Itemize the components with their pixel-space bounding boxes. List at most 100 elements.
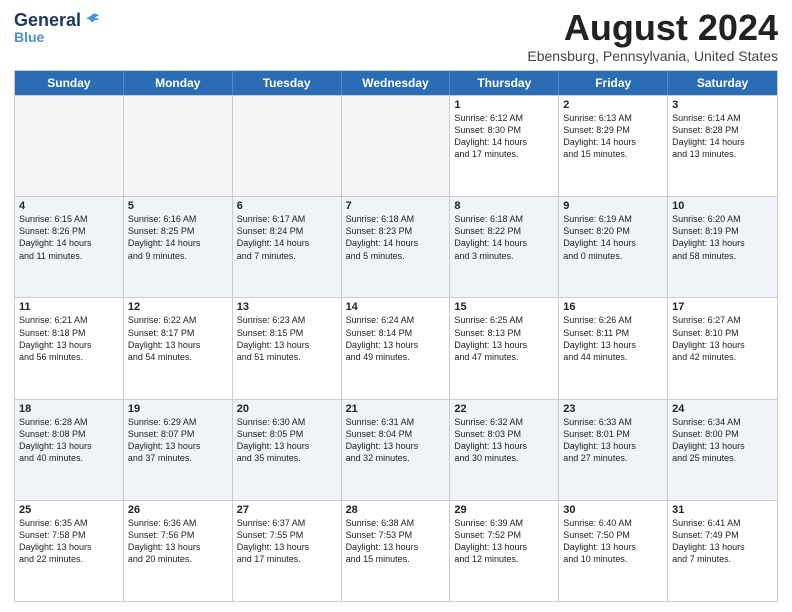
day-number: 19 <box>128 403 228 415</box>
day-number: 31 <box>672 504 773 516</box>
cell-info: Sunrise: 6:35 AM Sunset: 7:58 PM Dayligh… <box>19 517 119 566</box>
day-number: 4 <box>19 200 119 212</box>
location: Ebensburg, Pennsylvania, United States <box>527 48 778 64</box>
calendar-cell <box>15 96 124 196</box>
calendar-cell: 9Sunrise: 6:19 AM Sunset: 8:20 PM Daylig… <box>559 197 668 297</box>
day-number: 17 <box>672 301 773 313</box>
calendar-header: SundayMondayTuesdayWednesdayThursdayFrid… <box>15 71 777 95</box>
calendar-week-5: 25Sunrise: 6:35 AM Sunset: 7:58 PM Dayli… <box>15 500 777 601</box>
day-number: 27 <box>237 504 337 516</box>
calendar-cell: 23Sunrise: 6:33 AM Sunset: 8:01 PM Dayli… <box>559 400 668 500</box>
day-number: 28 <box>346 504 446 516</box>
cell-info: Sunrise: 6:21 AM Sunset: 8:18 PM Dayligh… <box>19 314 119 363</box>
cell-info: Sunrise: 6:20 AM Sunset: 8:19 PM Dayligh… <box>672 213 773 262</box>
calendar-cell: 20Sunrise: 6:30 AM Sunset: 8:05 PM Dayli… <box>233 400 342 500</box>
calendar-cell: 27Sunrise: 6:37 AM Sunset: 7:55 PM Dayli… <box>233 501 342 601</box>
calendar-cell: 30Sunrise: 6:40 AM Sunset: 7:50 PM Dayli… <box>559 501 668 601</box>
cell-info: Sunrise: 6:18 AM Sunset: 8:23 PM Dayligh… <box>346 213 446 262</box>
cell-info: Sunrise: 6:40 AM Sunset: 7:50 PM Dayligh… <box>563 517 663 566</box>
page: General Blue August 2024 Ebensburg, Penn… <box>0 0 792 612</box>
header-day-monday: Monday <box>124 71 233 95</box>
day-number: 2 <box>563 99 663 111</box>
cell-info: Sunrise: 6:17 AM Sunset: 8:24 PM Dayligh… <box>237 213 337 262</box>
day-number: 15 <box>454 301 554 313</box>
day-number: 1 <box>454 99 554 111</box>
calendar-cell: 21Sunrise: 6:31 AM Sunset: 8:04 PM Dayli… <box>342 400 451 500</box>
calendar-cell: 3Sunrise: 6:14 AM Sunset: 8:28 PM Daylig… <box>668 96 777 196</box>
calendar-cell: 17Sunrise: 6:27 AM Sunset: 8:10 PM Dayli… <box>668 298 777 398</box>
calendar-cell: 18Sunrise: 6:28 AM Sunset: 8:08 PM Dayli… <box>15 400 124 500</box>
cell-info: Sunrise: 6:33 AM Sunset: 8:01 PM Dayligh… <box>563 416 663 465</box>
cell-info: Sunrise: 6:34 AM Sunset: 8:00 PM Dayligh… <box>672 416 773 465</box>
cell-info: Sunrise: 6:38 AM Sunset: 7:53 PM Dayligh… <box>346 517 446 566</box>
calendar-week-1: 1Sunrise: 6:12 AM Sunset: 8:30 PM Daylig… <box>15 95 777 196</box>
day-number: 14 <box>346 301 446 313</box>
cell-info: Sunrise: 6:18 AM Sunset: 8:22 PM Dayligh… <box>454 213 554 262</box>
cell-info: Sunrise: 6:39 AM Sunset: 7:52 PM Dayligh… <box>454 517 554 566</box>
day-number: 18 <box>19 403 119 415</box>
calendar-week-3: 11Sunrise: 6:21 AM Sunset: 8:18 PM Dayli… <box>15 297 777 398</box>
calendar-cell: 6Sunrise: 6:17 AM Sunset: 8:24 PM Daylig… <box>233 197 342 297</box>
day-number: 30 <box>563 504 663 516</box>
cell-info: Sunrise: 6:12 AM Sunset: 8:30 PM Dayligh… <box>454 112 554 161</box>
cell-info: Sunrise: 6:32 AM Sunset: 8:03 PM Dayligh… <box>454 416 554 465</box>
day-number: 23 <box>563 403 663 415</box>
cell-info: Sunrise: 6:31 AM Sunset: 8:04 PM Dayligh… <box>346 416 446 465</box>
cell-info: Sunrise: 6:28 AM Sunset: 8:08 PM Dayligh… <box>19 416 119 465</box>
day-number: 13 <box>237 301 337 313</box>
day-number: 26 <box>128 504 228 516</box>
cell-info: Sunrise: 6:27 AM Sunset: 8:10 PM Dayligh… <box>672 314 773 363</box>
logo-general: General <box>14 10 81 31</box>
calendar: SundayMondayTuesdayWednesdayThursdayFrid… <box>14 70 778 602</box>
header-day-wednesday: Wednesday <box>342 71 451 95</box>
calendar-cell <box>124 96 233 196</box>
day-number: 24 <box>672 403 773 415</box>
calendar-cell: 11Sunrise: 6:21 AM Sunset: 8:18 PM Dayli… <box>15 298 124 398</box>
cell-info: Sunrise: 6:13 AM Sunset: 8:29 PM Dayligh… <box>563 112 663 161</box>
calendar-cell: 15Sunrise: 6:25 AM Sunset: 8:13 PM Dayli… <box>450 298 559 398</box>
logo-bird-icon <box>83 12 101 30</box>
calendar-cell: 16Sunrise: 6:26 AM Sunset: 8:11 PM Dayli… <box>559 298 668 398</box>
cell-info: Sunrise: 6:37 AM Sunset: 7:55 PM Dayligh… <box>237 517 337 566</box>
header-day-friday: Friday <box>559 71 668 95</box>
calendar-cell: 14Sunrise: 6:24 AM Sunset: 8:14 PM Dayli… <box>342 298 451 398</box>
calendar-cell: 1Sunrise: 6:12 AM Sunset: 8:30 PM Daylig… <box>450 96 559 196</box>
calendar-cell: 29Sunrise: 6:39 AM Sunset: 7:52 PM Dayli… <box>450 501 559 601</box>
header-day-saturday: Saturday <box>668 71 777 95</box>
day-number: 29 <box>454 504 554 516</box>
cell-info: Sunrise: 6:36 AM Sunset: 7:56 PM Dayligh… <box>128 517 228 566</box>
cell-info: Sunrise: 6:14 AM Sunset: 8:28 PM Dayligh… <box>672 112 773 161</box>
cell-info: Sunrise: 6:23 AM Sunset: 8:15 PM Dayligh… <box>237 314 337 363</box>
day-number: 6 <box>237 200 337 212</box>
cell-info: Sunrise: 6:29 AM Sunset: 8:07 PM Dayligh… <box>128 416 228 465</box>
logo-text: General <box>14 10 101 31</box>
day-number: 8 <box>454 200 554 212</box>
cell-info: Sunrise: 6:15 AM Sunset: 8:26 PM Dayligh… <box>19 213 119 262</box>
day-number: 20 <box>237 403 337 415</box>
day-number: 22 <box>454 403 554 415</box>
day-number: 5 <box>128 200 228 212</box>
day-number: 10 <box>672 200 773 212</box>
calendar-cell: 7Sunrise: 6:18 AM Sunset: 8:23 PM Daylig… <box>342 197 451 297</box>
cell-info: Sunrise: 6:22 AM Sunset: 8:17 PM Dayligh… <box>128 314 228 363</box>
title-block: August 2024 Ebensburg, Pennsylvania, Uni… <box>527 10 778 64</box>
calendar-week-4: 18Sunrise: 6:28 AM Sunset: 8:08 PM Dayli… <box>15 399 777 500</box>
calendar-cell: 25Sunrise: 6:35 AM Sunset: 7:58 PM Dayli… <box>15 501 124 601</box>
calendar-body: 1Sunrise: 6:12 AM Sunset: 8:30 PM Daylig… <box>15 95 777 601</box>
day-number: 11 <box>19 301 119 313</box>
calendar-cell: 4Sunrise: 6:15 AM Sunset: 8:26 PM Daylig… <box>15 197 124 297</box>
calendar-cell: 22Sunrise: 6:32 AM Sunset: 8:03 PM Dayli… <box>450 400 559 500</box>
day-number: 9 <box>563 200 663 212</box>
calendar-cell: 10Sunrise: 6:20 AM Sunset: 8:19 PM Dayli… <box>668 197 777 297</box>
cell-info: Sunrise: 6:25 AM Sunset: 8:13 PM Dayligh… <box>454 314 554 363</box>
cell-info: Sunrise: 6:16 AM Sunset: 8:25 PM Dayligh… <box>128 213 228 262</box>
day-number: 3 <box>672 99 773 111</box>
header-day-sunday: Sunday <box>15 71 124 95</box>
cell-info: Sunrise: 6:30 AM Sunset: 8:05 PM Dayligh… <box>237 416 337 465</box>
calendar-cell: 8Sunrise: 6:18 AM Sunset: 8:22 PM Daylig… <box>450 197 559 297</box>
day-number: 16 <box>563 301 663 313</box>
logo: General Blue <box>14 10 101 45</box>
calendar-cell: 2Sunrise: 6:13 AM Sunset: 8:29 PM Daylig… <box>559 96 668 196</box>
calendar-cell <box>233 96 342 196</box>
month-title: August 2024 <box>527 10 778 46</box>
